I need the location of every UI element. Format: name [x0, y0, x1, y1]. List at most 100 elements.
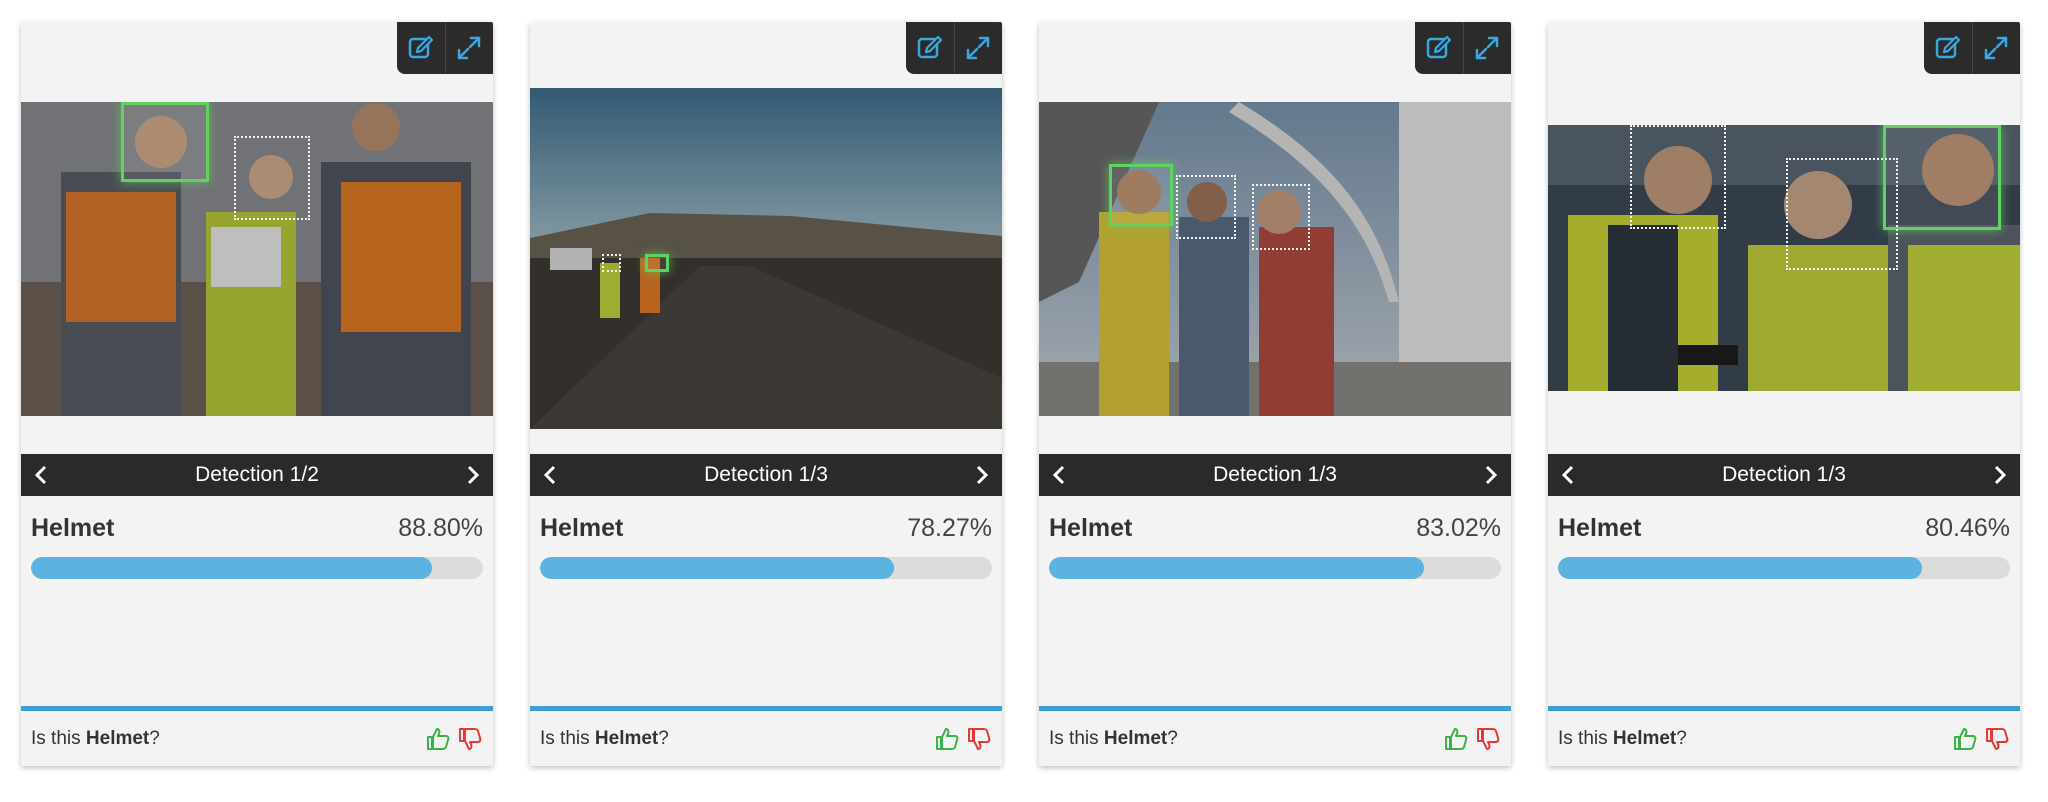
edit-icon: [1935, 35, 1960, 59]
question-suffix: ?: [1167, 727, 1178, 749]
expand-icon: [1476, 36, 1499, 60]
detection-card: Detection 1/2 Helmet 88.80% Is this Helm…: [21, 22, 493, 766]
prev-detection-button[interactable]: [530, 454, 570, 496]
detection-box[interactable]: [602, 254, 621, 272]
card-toolbar: [397, 22, 493, 74]
expand-button[interactable]: [444, 22, 494, 74]
image-dim-overlay: [530, 88, 1002, 429]
edit-icon: [917, 35, 942, 59]
feedback-question: Is this Helmet?: [31, 728, 160, 750]
feedback-footer: Is this Helmet?: [1039, 711, 1511, 766]
chevron-right-icon: [467, 465, 480, 485]
thumbs-down-icon[interactable]: [1984, 726, 2010, 752]
detection-card: Detection 1/3 Helmet 83.02% Is this Helm…: [1039, 22, 1511, 766]
question-label: Helmet: [594, 727, 659, 749]
chevron-left-icon: [1561, 465, 1574, 485]
next-detection-button[interactable]: [1471, 454, 1511, 496]
confidence-value: 78.27%: [907, 514, 992, 542]
classification-row: Helmet 88.80%: [31, 514, 483, 543]
feedback-question: Is this Helmet?: [1558, 728, 1687, 750]
card-toolbar: [906, 22, 1002, 74]
next-detection-button[interactable]: [1980, 454, 2020, 496]
confidence-bar-fill: [31, 557, 433, 579]
detection-card: Detection 1/3 Helmet 78.27% Is this Helm…: [530, 22, 1002, 766]
thumbs-up-icon[interactable]: [425, 726, 451, 752]
thumbs-up-icon[interactable]: [1952, 726, 1978, 752]
thumbs-down-icon[interactable]: [1475, 726, 1501, 752]
thumbs-down-icon[interactable]: [457, 726, 483, 752]
chevron-left-icon: [34, 465, 47, 485]
edit-button[interactable]: [1924, 22, 1972, 74]
detection-box[interactable]: [234, 136, 310, 220]
image-dim-overlay: [1039, 102, 1511, 416]
question-label: Helmet: [85, 727, 150, 749]
detection-box-active[interactable]: [121, 102, 209, 182]
next-detection-button[interactable]: [453, 454, 493, 496]
question-prefix: Is this: [1558, 727, 1613, 749]
next-detection-button[interactable]: [962, 454, 1002, 496]
detection-navigator: Detection 1/2: [21, 454, 493, 496]
detection-image[interactable]: [530, 88, 1002, 429]
confidence-bar: [31, 557, 483, 579]
feedback-buttons: [1443, 726, 1501, 752]
chevron-left-icon: [543, 465, 556, 485]
thumbs-down-icon[interactable]: [966, 726, 992, 752]
detection-counter: Detection 1/3: [1722, 463, 1846, 486]
feedback-buttons: [934, 726, 992, 752]
confidence-bar-fill: [540, 557, 894, 579]
detection-image[interactable]: [1548, 125, 2020, 391]
feedback-footer: Is this Helmet?: [1548, 711, 2020, 766]
prev-detection-button[interactable]: [1548, 454, 1588, 496]
prev-detection-button[interactable]: [21, 454, 61, 496]
confidence-bar: [1049, 557, 1501, 579]
expand-icon: [967, 36, 990, 60]
expand-button[interactable]: [953, 22, 1003, 74]
detection-box-active[interactable]: [1109, 164, 1173, 226]
detection-box[interactable]: [1176, 175, 1236, 239]
chevron-right-icon: [976, 465, 989, 485]
expand-button[interactable]: [1971, 22, 2021, 74]
confidence-value: 88.80%: [398, 514, 483, 542]
detection-box[interactable]: [1786, 158, 1898, 270]
chevron-right-icon: [1994, 465, 2007, 485]
detection-navigator: Detection 1/3: [1039, 454, 1511, 496]
thumbs-up-icon[interactable]: [1443, 726, 1469, 752]
feedback-buttons: [1952, 726, 2010, 752]
detection-counter: Detection 1/3: [704, 463, 828, 486]
feedback-footer: Is this Helmet?: [530, 711, 1002, 766]
question-suffix: ?: [149, 727, 160, 749]
expand-icon: [1985, 36, 2008, 60]
detection-box[interactable]: [1630, 125, 1726, 229]
feedback-footer: Is this Helmet?: [21, 711, 493, 766]
expand-button[interactable]: [1462, 22, 1512, 74]
confidence-value: 80.46%: [1925, 514, 2010, 542]
detection-navigator: Detection 1/3: [1548, 454, 2020, 496]
detection-box[interactable]: [1252, 184, 1310, 250]
detection-box-active[interactable]: [1883, 125, 2001, 230]
prev-detection-button[interactable]: [1039, 454, 1079, 496]
confidence-bar-fill: [1049, 557, 1425, 579]
edit-button[interactable]: [906, 22, 954, 74]
feedback-buttons: [425, 726, 483, 752]
class-label: Helmet: [540, 514, 624, 542]
question-prefix: Is this: [540, 727, 595, 749]
question-prefix: Is this: [1049, 727, 1104, 749]
classification-row: Helmet 80.46%: [1558, 514, 2010, 543]
question-suffix: ?: [658, 727, 669, 749]
detection-image[interactable]: [21, 102, 493, 416]
detection-image[interactable]: [1039, 102, 1511, 416]
question-suffix: ?: [1676, 727, 1687, 749]
feedback-question: Is this Helmet?: [540, 728, 669, 750]
class-label: Helmet: [1049, 514, 1133, 542]
edit-icon: [1426, 35, 1451, 59]
feedback-question: Is this Helmet?: [1049, 728, 1178, 750]
edit-button[interactable]: [397, 22, 445, 74]
expand-icon: [458, 36, 481, 60]
edit-icon: [408, 35, 433, 59]
thumbs-up-icon[interactable]: [934, 726, 960, 752]
chevron-right-icon: [1485, 465, 1498, 485]
chevron-left-icon: [1052, 465, 1065, 485]
detection-box-active[interactable]: [645, 254, 669, 272]
edit-button[interactable]: [1415, 22, 1463, 74]
confidence-bar-fill: [1558, 557, 1922, 579]
